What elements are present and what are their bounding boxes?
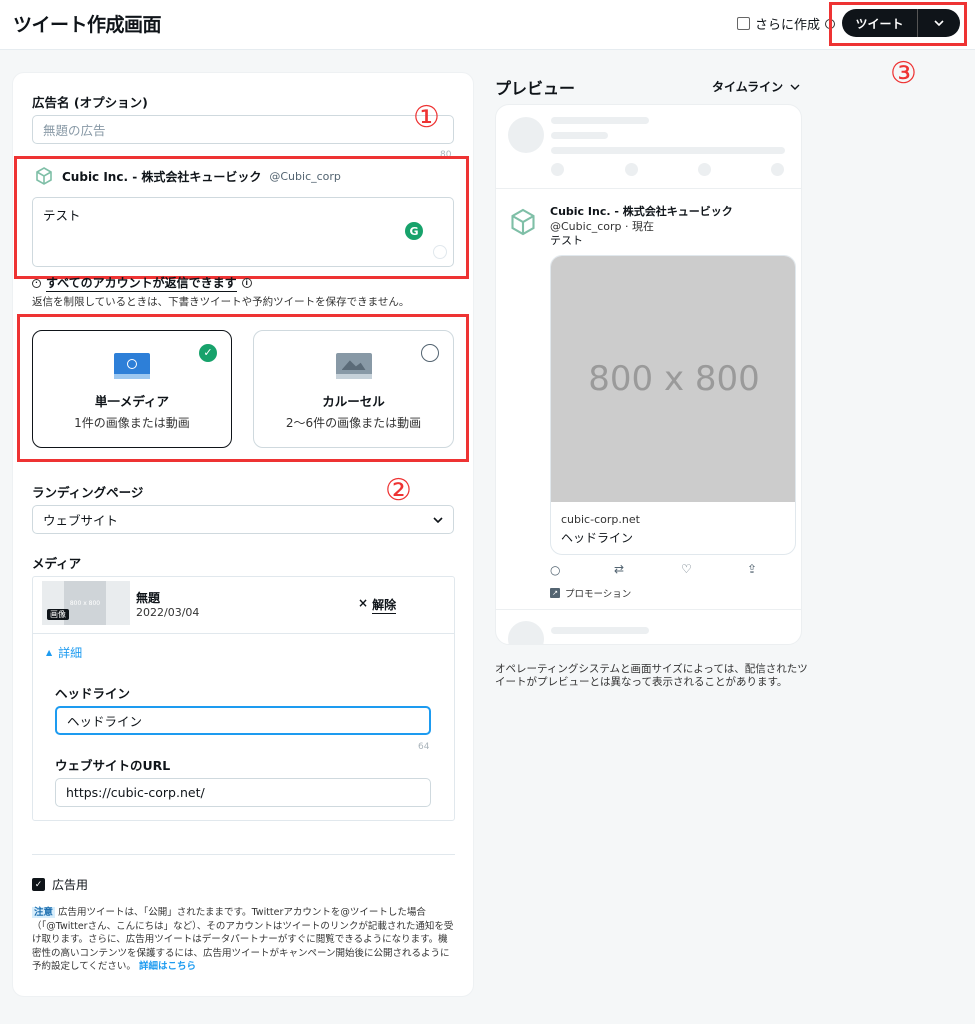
remove-label: 解除 bbox=[372, 598, 397, 614]
preview-divider bbox=[496, 609, 801, 610]
landing-page-value: ウェブサイト bbox=[43, 513, 119, 528]
promotion-row: ↗ プロモーション bbox=[550, 586, 631, 600]
media-date: 2022/03/04 bbox=[136, 606, 200, 619]
skeleton-avatar bbox=[508, 117, 544, 153]
annotation-box-1 bbox=[14, 156, 469, 279]
create-more-checkbox[interactable] bbox=[737, 17, 750, 30]
retweet-icon[interactable]: ⇄ bbox=[614, 562, 624, 576]
preview-title: プレビュー bbox=[495, 79, 576, 98]
reply-note: 返信を制限しているときは、下書きツイートや予約ツイートを保存できません。 bbox=[32, 296, 410, 308]
create-more-option[interactable]: さらに作成 i bbox=[737, 14, 836, 33]
chevron-down-icon bbox=[433, 516, 443, 523]
card-headline: ヘッドライン bbox=[561, 531, 634, 545]
skeleton-dot bbox=[771, 163, 784, 176]
card-domain: cubic-corp.net bbox=[561, 513, 640, 526]
headline-label: ヘッドライン bbox=[55, 686, 131, 701]
preview-image-text: 800 x 800 bbox=[588, 359, 760, 399]
notice-badge: 注意 bbox=[32, 907, 56, 918]
skeleton-line bbox=[551, 132, 608, 139]
skeleton-dot bbox=[698, 163, 711, 176]
promoted-only-label: 広告用 bbox=[52, 878, 89, 892]
details-label: 詳細 bbox=[58, 646, 83, 660]
annotation-number-1: ① bbox=[413, 100, 440, 135]
skeleton-line bbox=[551, 627, 649, 634]
preview-divider bbox=[496, 188, 801, 189]
website-url-input[interactable]: https://cubic-corp.net/ bbox=[55, 778, 431, 807]
reply-setting-link[interactable]: すべてのアカウントが返信できます bbox=[46, 274, 237, 292]
promoted-only-option[interactable]: ✓ 広告用 bbox=[32, 876, 88, 893]
info-icon[interactable]: i bbox=[241, 278, 252, 288]
create-more-label: さらに作成 bbox=[755, 18, 821, 33]
preview-note: オペレーティングシステムと画面サイズによっては、配信されたツイートがプレビューと… bbox=[495, 663, 808, 688]
headline-input[interactable]: ヘッドライン bbox=[55, 706, 431, 735]
cube-logo-icon bbox=[511, 208, 535, 236]
checked-checkbox-icon[interactable]: ✓ bbox=[32, 878, 45, 891]
skeleton-dot bbox=[625, 163, 638, 176]
preview-image: 800 x 800 bbox=[551, 256, 795, 502]
headline-value: ヘッドライン bbox=[67, 714, 143, 729]
ad-name-placeholder: 無題の広告 bbox=[43, 123, 106, 138]
landing-page-label: ランディングページ bbox=[32, 485, 144, 500]
website-url-label: ウェブサイトのURL bbox=[55, 758, 171, 773]
preview-card[interactable]: 800 x 800 cubic-corp.net ヘッドライン bbox=[550, 255, 796, 555]
section-divider bbox=[32, 854, 455, 855]
details-toggle[interactable]: ▲ 詳細 bbox=[46, 644, 82, 661]
ad-name-input[interactable]: 無題の広告 bbox=[32, 115, 454, 144]
ad-name-label: 広告名 (オプション) bbox=[32, 95, 148, 110]
media-thumbnail: 800 x 800 画像 bbox=[42, 581, 130, 625]
promoted-icon: ↗ bbox=[550, 588, 560, 598]
annotation-box-3 bbox=[829, 2, 967, 46]
skeleton-line bbox=[551, 117, 649, 124]
reply-setting-row[interactable]: · すべてのアカウントが返信できます i bbox=[32, 274, 252, 292]
share-icon[interactable]: ⇪ bbox=[747, 562, 757, 576]
promotion-label: プロモーション bbox=[565, 589, 632, 600]
media-divider bbox=[33, 633, 454, 634]
headline-counter: 64 bbox=[418, 742, 430, 752]
preview-tweet-text: テスト bbox=[550, 234, 583, 247]
thumb-text: 800 x 800 bbox=[64, 581, 106, 625]
notice-text: 広告用ツイートは、「公開」されたままです。Twitterアカウントを@ツイートし… bbox=[32, 907, 454, 972]
like-icon[interactable]: ♡ bbox=[681, 562, 692, 576]
website-url-value: https://cubic-corp.net/ bbox=[66, 785, 205, 800]
chevron-down-icon bbox=[790, 84, 800, 90]
reply-icon[interactable]: ○ bbox=[550, 563, 560, 577]
page-title: ツイート作成画面 bbox=[13, 14, 162, 36]
landing-page-select[interactable]: ウェブサイト bbox=[32, 505, 454, 534]
annotation-number-3: ③ bbox=[890, 56, 917, 91]
caret-up-icon: ▲ bbox=[46, 648, 53, 657]
annotation-box-2 bbox=[17, 314, 469, 462]
globe-icon: · bbox=[32, 278, 41, 288]
annotation-number-2: ② bbox=[385, 473, 412, 508]
close-icon: × bbox=[358, 596, 369, 610]
timeline-label: タイムライン bbox=[712, 80, 784, 94]
notice-block: 注意 広告用ツイートは、「公開」されたままです。Twitterアカウントを@ツイ… bbox=[32, 906, 456, 974]
timeline-select[interactable]: タイムライン bbox=[712, 78, 800, 95]
preview-account-name: Cubic Inc. - 株式会社キュービック bbox=[550, 205, 733, 218]
notice-link[interactable]: 詳細はこちら bbox=[139, 961, 196, 972]
media-label: メディア bbox=[32, 556, 82, 571]
tweet-preview-phone: Cubic Inc. - 株式会社キュービック @Cubic_corp · 現在… bbox=[495, 104, 802, 645]
skeleton-dot bbox=[551, 163, 564, 176]
skeleton-avatar bbox=[508, 621, 544, 644]
image-badge: 画像 bbox=[47, 609, 69, 620]
skeleton-line bbox=[551, 147, 785, 154]
remove-media-button[interactable]: × 解除 bbox=[358, 596, 397, 614]
media-name: 無題 bbox=[136, 591, 161, 605]
